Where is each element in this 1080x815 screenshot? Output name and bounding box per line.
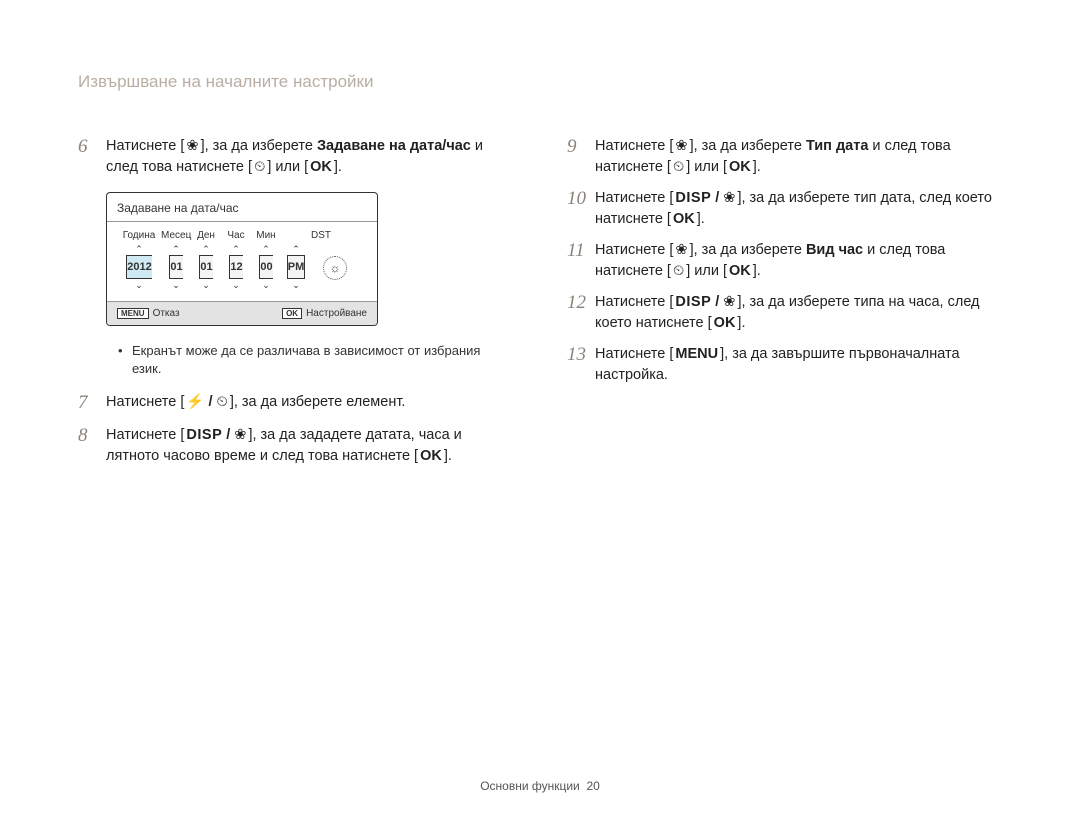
chevron-up-icon: ⌃ [172, 243, 180, 255]
camera-screen: Задаване на дата/час Година Месец Ден Ча… [106, 192, 378, 326]
left-column: 6 Натиснете [❀], за да изберете Задаване… [78, 136, 513, 477]
chevron-down-icon: ⌄ [292, 279, 300, 291]
min-value: 00 [259, 255, 272, 279]
day-value: 01 [199, 255, 212, 279]
step-number: 11 [567, 240, 595, 263]
ampm-value: PM [287, 255, 306, 279]
bullet-dot: • [118, 342, 132, 378]
manual-page: Извършване на началните настройки 6 Нати… [0, 0, 1080, 815]
ok-key-icon: OK [282, 308, 302, 319]
step-text: Натиснете [MENU], за да завършите първон… [595, 344, 1002, 386]
timer-icon: ⏲ [252, 157, 267, 178]
chevron-up-icon: ⌃ [262, 243, 270, 255]
timer-icon: ⏲ [215, 392, 230, 413]
menu-key-icon: MENU [117, 308, 149, 319]
page-title: Извършване на началните настройки [78, 72, 1002, 92]
chevron-up-icon: ⌃ [202, 243, 210, 255]
content-columns: 6 Натиснете [❀], за да изберете Задаване… [78, 136, 1002, 477]
cancel-label: Отказ [153, 308, 180, 319]
step-10: 10 Натиснете [DISP/❀], за да изберете ти… [567, 188, 1002, 230]
note-text: Екранът може да се различава в зависимос… [132, 342, 513, 378]
spinner-row: ⌃ 2012 ⌄ ⌃ 01 ⌄ ⌃ 01 ⌄ [117, 243, 367, 291]
flash-icon: ⚡ [184, 392, 206, 413]
step-9: 9 Натиснете [❀], за да изберете Тип дата… [567, 136, 1002, 178]
chevron-up-icon: ⌃ [135, 243, 143, 255]
ok-icon: OK [671, 209, 697, 230]
flower-icon: ❀ [721, 292, 737, 313]
disp-icon: DISP [184, 425, 224, 446]
ok-hint: OK Настройване [282, 308, 367, 319]
step-text: Натиснете [❀], за да изберете Тип дата и… [595, 136, 1002, 178]
day-spinner[interactable]: ⌃ 01 ⌄ [191, 243, 221, 291]
step-text: Натиснете [DISP/❀], за да зададете датат… [106, 425, 513, 467]
step-number: 7 [78, 392, 106, 415]
menu-icon: MENU [673, 344, 720, 365]
chevron-down-icon: ⌄ [232, 279, 240, 291]
step-text: Натиснете [❀], за да изберете Вид час и … [595, 240, 1002, 282]
flower-icon: ❀ [184, 136, 200, 157]
step-text: Натиснете [DISP/❀], за да изберете типа … [595, 292, 1002, 334]
screen-body: Година Месец Ден Час Мин DST ⌃ 2012 ⌄ [107, 222, 377, 301]
flower-icon: ❀ [721, 188, 737, 209]
step-number: 8 [78, 425, 106, 448]
step-number: 10 [567, 188, 595, 211]
disp-icon: DISP [673, 188, 713, 209]
label-day: Ден [191, 230, 221, 241]
ok-icon: OK [712, 313, 738, 334]
step-13: 13 Натиснете [MENU], за да завършите пър… [567, 344, 1002, 386]
step-number: 12 [567, 292, 595, 315]
ok-icon: OK [727, 157, 753, 178]
year-value: 2012 [126, 255, 151, 279]
chevron-up-icon: ⌃ [292, 243, 300, 255]
note-bullet: • Екранът може да се различава в зависим… [118, 342, 513, 378]
screen-footer: MENU Отказ OK Настройване [107, 301, 377, 325]
timer-icon: ⏲ [671, 157, 686, 178]
footer-page-number: 20 [586, 779, 599, 793]
chevron-down-icon: ⌄ [172, 279, 180, 291]
ok-icon: OK [418, 446, 444, 467]
hour-spinner[interactable]: ⌃ 12 ⌄ [221, 243, 251, 291]
ok-icon: OK [727, 261, 753, 282]
step-11: 11 Натиснете [❀], за да изберете Вид час… [567, 240, 1002, 282]
step-12: 12 Натиснете [DISP/❀], за да изберете ти… [567, 292, 1002, 334]
ampm-spinner[interactable]: ⌃ PM ⌄ [281, 243, 311, 291]
ok-label: Настройване [306, 308, 367, 319]
screen-title: Задаване на дата/час [107, 193, 377, 222]
min-spinner[interactable]: ⌃ 00 ⌄ [251, 243, 281, 291]
flower-icon: ❀ [673, 136, 689, 157]
dst-sun-icon[interactable]: ☼ [323, 256, 347, 280]
ok-icon: OK [308, 157, 334, 178]
step-number: 9 [567, 136, 595, 159]
step-number: 6 [78, 136, 106, 159]
step-6: 6 Натиснете [❀], за да изберете Задаване… [78, 136, 513, 178]
label-year: Година [117, 230, 161, 241]
chevron-down-icon: ⌄ [202, 279, 210, 291]
column-labels: Година Месец Ден Час Мин DST [117, 230, 367, 241]
label-dst: DST [281, 230, 367, 241]
chevron-down-icon: ⌄ [262, 279, 270, 291]
step-text: Натиснете [⚡/⏲], за да изберете елемент. [106, 392, 513, 413]
year-spinner[interactable]: ⌃ 2012 ⌄ [117, 243, 161, 291]
hour-value: 12 [229, 255, 242, 279]
step-text: Натиснете [❀], за да изберете Задаване н… [106, 136, 513, 178]
footer-section: Основни функции [480, 779, 580, 793]
timer-icon: ⏲ [671, 261, 686, 282]
label-month: Месец [161, 230, 191, 241]
step-text: Натиснете [DISP/❀], за да изберете тип д… [595, 188, 1002, 230]
step-8: 8 Натиснете [DISP/❀], за да зададете дат… [78, 425, 513, 467]
flower-icon: ❀ [232, 425, 248, 446]
flower-icon: ❀ [673, 240, 689, 261]
label-min: Мин [251, 230, 281, 241]
label-hour: Час [221, 230, 251, 241]
right-column: 9 Натиснете [❀], за да изберете Тип дата… [567, 136, 1002, 477]
month-spinner[interactable]: ⌃ 01 ⌄ [161, 243, 191, 291]
disp-icon: DISP [673, 292, 713, 313]
cancel-hint: MENU Отказ [117, 308, 180, 319]
step-7: 7 Натиснете [⚡/⏲], за да изберете елемен… [78, 392, 513, 415]
page-footer: Основни функции 20 [0, 779, 1080, 793]
month-value: 01 [169, 255, 182, 279]
chevron-up-icon: ⌃ [232, 243, 240, 255]
chevron-down-icon: ⌄ [135, 279, 143, 291]
step-number: 13 [567, 344, 595, 367]
